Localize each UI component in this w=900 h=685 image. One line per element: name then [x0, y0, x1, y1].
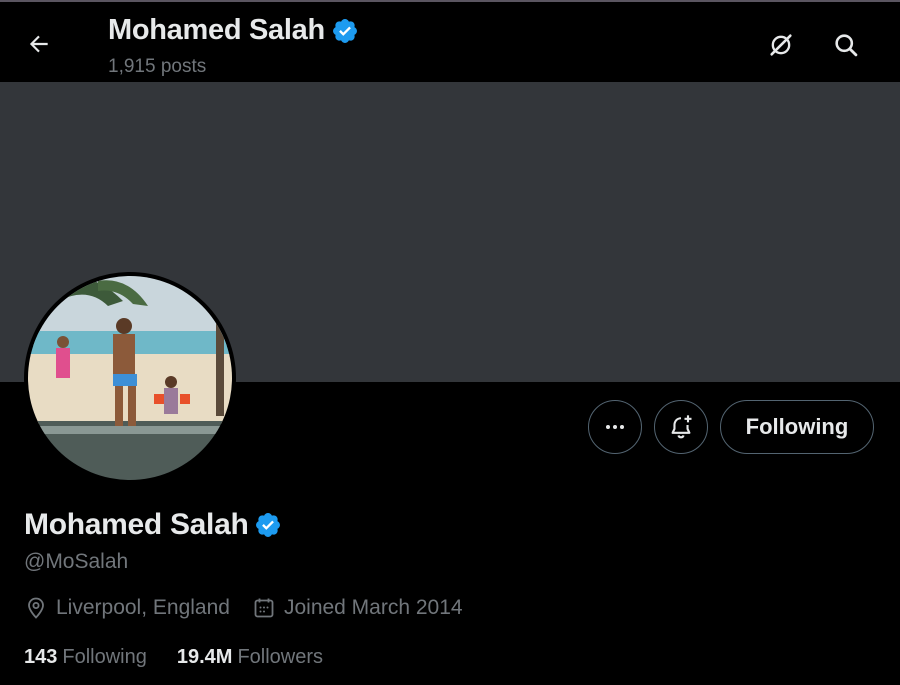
location-pin-icon [28, 597, 44, 619]
verified-badge-icon[interactable] [254, 511, 282, 539]
more-options-button[interactable] [588, 400, 642, 454]
top-header-bar: Mohamed Salah 1,915 posts [0, 0, 900, 82]
joined-item: Joined March 2014 [252, 596, 463, 620]
header-name-text: Mohamed Salah [108, 14, 325, 46]
location-text: Liverpool, England [56, 596, 230, 619]
verified-badge-icon[interactable] [331, 17, 359, 45]
profile-stats-row: 143 Following 19.4M Followers [24, 646, 323, 669]
calendar-icon [254, 598, 274, 618]
followers-count: 19.4M [176, 646, 233, 668]
avatar-photo [28, 276, 232, 480]
profile-handle: @MoSalah [24, 550, 129, 573]
following-button[interactable]: Following [720, 400, 874, 454]
back-button[interactable] [16, 24, 62, 64]
profile-meta-row: Liverpool, England Joined March 2014 [24, 596, 463, 620]
location-item: Liverpool, England [24, 596, 230, 620]
followers-count-link[interactable]: 19.4M Followers [177, 646, 323, 669]
header-title: Mohamed Salah [108, 14, 359, 47]
notifications-button[interactable] [654, 400, 708, 454]
profile-name-text: Mohamed Salah [24, 508, 249, 541]
following-count: 143 [24, 646, 58, 668]
search-icon [835, 34, 858, 57]
joined-text: Joined March 2014 [283, 596, 463, 619]
profile-name: Mohamed Salah [24, 508, 282, 542]
following-count-link[interactable]: 143 Following [24, 646, 147, 669]
profile-avatar[interactable] [24, 272, 236, 484]
followers-label: Followers [237, 646, 324, 668]
more-options-icon [606, 425, 624, 429]
grok-button[interactable] [760, 24, 802, 66]
following-label: Following [62, 646, 147, 668]
grok-icon [770, 34, 792, 56]
search-button[interactable] [825, 24, 867, 66]
notification-bell-icon [671, 415, 692, 439]
back-arrow-icon [29, 35, 48, 53]
header-post-count: 1,915 posts [108, 56, 207, 77]
